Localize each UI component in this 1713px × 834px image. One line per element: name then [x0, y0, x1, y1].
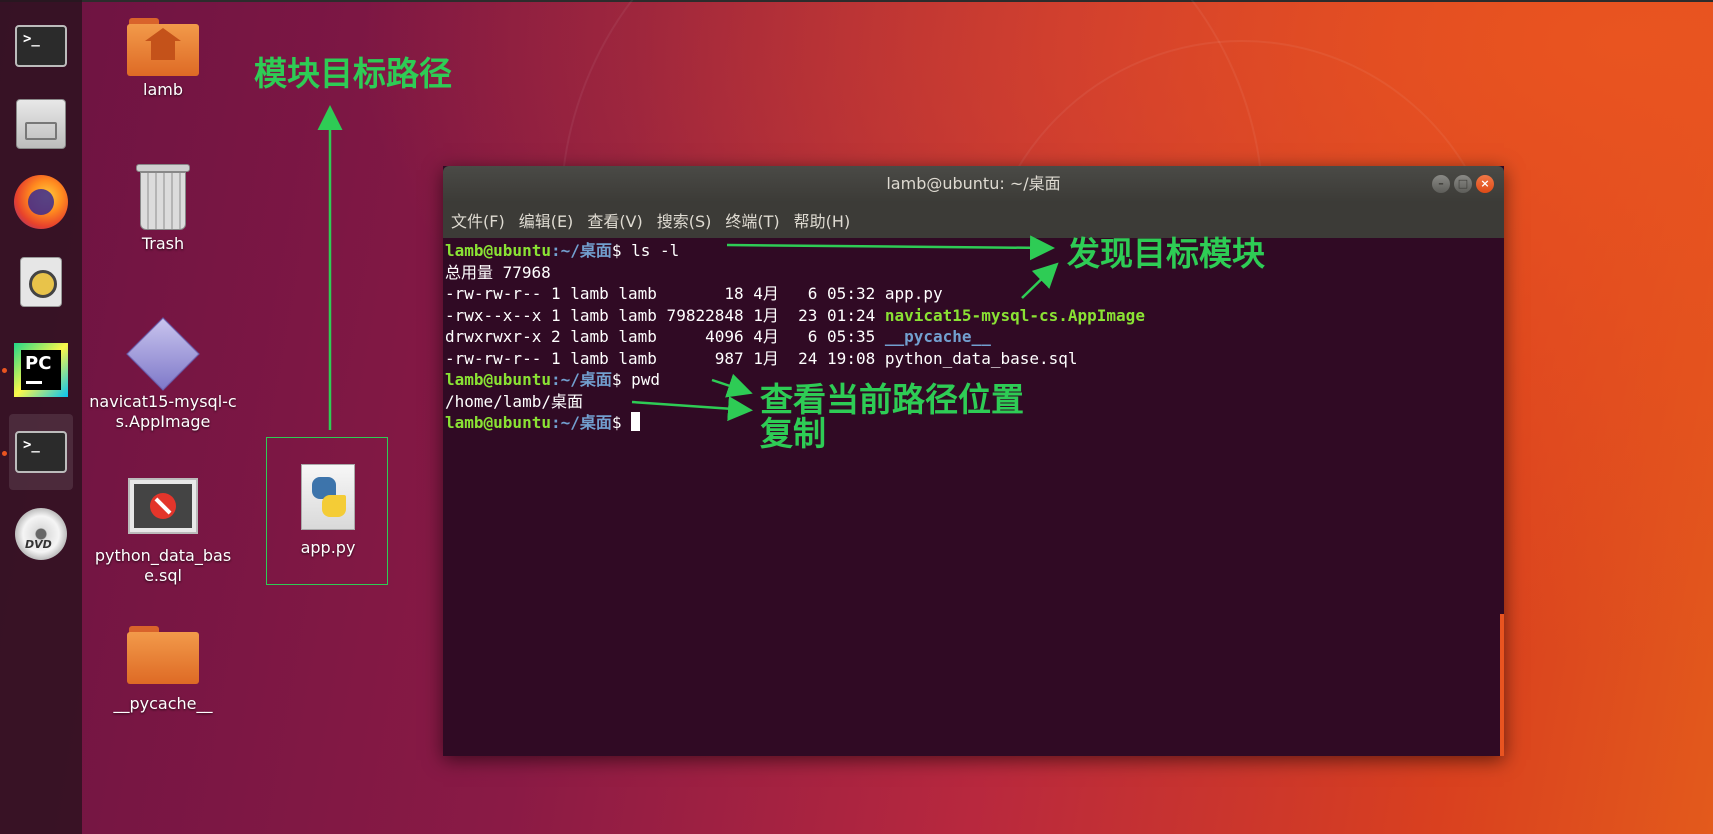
desktop-icon-lamb[interactable]: lamb	[93, 18, 233, 100]
terminal-window[interactable]: lamb@ubuntu: ~/桌面 – □ × 文件(F) 编辑(E) 查看(V…	[443, 166, 1504, 756]
desktop-icon-label: __pycache__	[113, 694, 213, 713]
rhythmbox-icon	[20, 257, 62, 307]
ls-row: drwxrwxr-x 2 lamb lamb 4096 4月 6 05:35 _…	[445, 327, 991, 346]
desktop-icon-label: lamb	[143, 80, 183, 99]
menu-help[interactable]: 帮助(H)	[794, 208, 851, 232]
dock-item-terminal[interactable]: >_	[9, 14, 73, 78]
window-titlebar[interactable]: lamb@ubuntu: ~/桌面 – □ ×	[443, 166, 1504, 202]
ls-row: -rw-rw-r-- 1 lamb lamb 18 4月 6 05:32 app…	[445, 284, 943, 303]
desktop-icon-label: python_data_base.sql	[94, 546, 232, 585]
dock-item-terminal-active[interactable]: >_	[9, 414, 73, 490]
ls-total: 总用量 77968	[445, 262, 551, 282]
menu-edit[interactable]: 编辑(E)	[519, 208, 574, 232]
home-folder-icon	[127, 18, 199, 76]
dock-item-firefox[interactable]	[9, 170, 73, 234]
desktop-icon-label: Trash	[141, 234, 185, 253]
dock-item-files[interactable]	[9, 92, 73, 156]
annotation-found-module: 发现目标模块	[1067, 234, 1265, 273]
desktop-icon-app-py[interactable]: app.py	[258, 464, 398, 558]
minimize-button[interactable]: –	[1432, 175, 1450, 193]
scrollbar[interactable]	[1500, 614, 1504, 756]
dock: >_ PC >_ DVD	[0, 0, 82, 834]
running-indicator	[2, 451, 7, 456]
desktop-icon-label: navicat15-mysql-cs.AppImage	[89, 392, 237, 431]
close-button[interactable]: ×	[1476, 175, 1494, 193]
text-cursor	[631, 412, 641, 431]
prompt-line-1: lamb@ubuntu:~/桌面$ ls -l	[445, 241, 680, 260]
menu-search[interactable]: 搜索(S)	[657, 208, 712, 232]
dock-item-rhythmbox[interactable]	[9, 250, 73, 314]
desktop-icon-pycache[interactable]: __pycache__	[93, 626, 233, 714]
pycharm-icon: PC	[14, 343, 68, 397]
annotation-target-path: 模块目标路径	[254, 54, 452, 93]
menu-file[interactable]: 文件(F)	[451, 208, 505, 232]
dock-item-pycharm[interactable]: PC	[9, 338, 73, 402]
menu-view[interactable]: 查看(V)	[587, 208, 642, 232]
annotation-view-path: 查看当前路径位置	[760, 380, 1024, 419]
firefox-icon	[14, 175, 68, 229]
dvd-icon: DVD	[15, 508, 67, 560]
python-file-icon	[301, 464, 355, 530]
running-indicator	[2, 368, 7, 373]
trash-icon	[136, 164, 190, 230]
terminal-screen[interactable]: lamb@ubuntu:~/桌面$ ls -l 总用量 77968 -rw-rw-r…	[443, 238, 1504, 756]
desktop-icon-navicat[interactable]: navicat15-mysql-cs.AppImage	[88, 317, 238, 432]
terminal-icon: >_	[15, 25, 67, 67]
desktop-icon-trash[interactable]: Trash	[93, 164, 233, 254]
desktop-icon-label: app.py	[300, 538, 356, 557]
terminal-icon: >_	[15, 431, 67, 473]
files-icon	[16, 99, 66, 149]
menubar: 文件(F) 编辑(E) 查看(V) 搜索(S) 终端(T) 帮助(H)	[443, 202, 1504, 238]
folder-icon	[127, 626, 199, 684]
window-title: lamb@ubuntu: ~/桌面	[886, 174, 1061, 193]
dock-item-dvd[interactable]: DVD	[9, 502, 73, 566]
maximize-button[interactable]: □	[1454, 175, 1472, 193]
desktop-icon-sql[interactable]: python_data_base.sql	[88, 478, 238, 586]
sql-file-icon	[128, 478, 198, 534]
menu-terminal[interactable]: 终端(T)	[725, 208, 779, 232]
annotation-copy: 复制	[760, 414, 826, 453]
appimage-icon	[126, 317, 200, 391]
ls-row: -rwx--x--x 1 lamb lamb 79822848 1月 23 01…	[445, 305, 1145, 325]
ls-row: -rw-rw-r-- 1 lamb lamb 987 1月 24 19:08 p…	[445, 348, 1078, 368]
